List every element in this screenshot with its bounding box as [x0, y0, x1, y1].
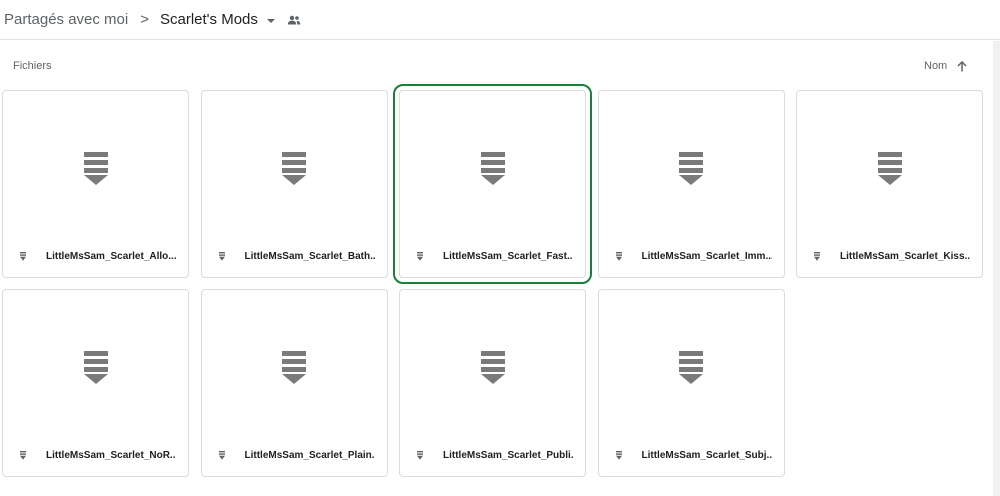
file-thumbnail	[3, 290, 188, 434]
file-thumbnail	[202, 91, 387, 235]
file-type-icon	[218, 450, 225, 460]
file-card[interactable]: LittleMsSam_Scarlet_NoR...	[2, 289, 189, 477]
file-name: LittleMsSam_Scarlet_Allo...	[46, 250, 176, 262]
file-name: LittleMsSam_Scarlet_Kiss...	[840, 250, 970, 262]
file-card-footer: LittleMsSam_Scarlet_Kiss...	[797, 235, 982, 277]
download-file-icon	[480, 350, 505, 384]
file-thumbnail	[599, 91, 784, 235]
file-card-footer: LittleMsSam_Scarlet_Fast...	[400, 235, 585, 277]
file-card[interactable]: LittleMsSam_Scarlet_Subj...	[597, 289, 785, 477]
file-type-icon	[218, 251, 225, 261]
file-card[interactable]: LittleMsSam_Scarlet_Bath...	[200, 90, 388, 278]
file-card[interactable]: LittleMsSam_Scarlet_Plain...	[200, 289, 388, 477]
download-file-icon	[282, 151, 306, 185]
file-name: LittleMsSam_Scarlet_Plain...	[244, 449, 375, 461]
file-type-icon	[417, 251, 423, 261]
download-file-icon	[83, 350, 108, 384]
file-thumbnail	[202, 290, 387, 434]
file-card-footer: LittleMsSam_Scarlet_Publi...	[400, 434, 585, 476]
breadcrumb-current-folder[interactable]: Scarlet's Mods	[160, 11, 258, 28]
file-card-footer: LittleMsSam_Scarlet_Allo...	[3, 235, 188, 277]
file-type-icon	[615, 251, 622, 261]
arrow-up-icon	[957, 60, 967, 72]
section-label-files: Fichiers	[13, 60, 52, 72]
file-name: LittleMsSam_Scarlet_NoR...	[46, 449, 176, 461]
breadcrumb-separator: >	[140, 11, 149, 28]
vertical-scrollbar[interactable]	[993, 41, 1000, 496]
file-name: LittleMsSam_Scarlet_Imm...	[641, 250, 772, 262]
file-name: LittleMsSam_Scarlet_Fast...	[443, 250, 573, 262]
file-name: LittleMsSam_Scarlet_Subj...	[641, 449, 772, 461]
file-thumbnail	[599, 290, 784, 434]
file-card-footer: LittleMsSam_Scarlet_Bath...	[202, 235, 387, 277]
file-card[interactable]: LittleMsSam_Scarlet_Publi...	[399, 289, 586, 477]
download-file-icon	[83, 151, 108, 185]
file-type-icon	[417, 450, 423, 460]
file-thumbnail	[400, 91, 585, 235]
people-icon[interactable]	[287, 15, 301, 25]
file-name: LittleMsSam_Scarlet_Publi...	[443, 449, 573, 461]
file-card[interactable]: LittleMsSam_Scarlet_Imm...	[597, 90, 785, 278]
breadcrumb-root[interactable]: Partagés avec moi	[4, 11, 128, 28]
file-type-icon	[20, 251, 26, 261]
download-file-icon	[679, 350, 703, 384]
file-type-icon	[615, 450, 622, 460]
file-card[interactable]: LittleMsSam_Scarlet_Fast...	[393, 84, 592, 284]
sort-by-name-button[interactable]: Nom	[924, 58, 967, 74]
file-card-footer: LittleMsSam_Scarlet_Imm...	[599, 235, 784, 277]
file-card-footer: LittleMsSam_Scarlet_Plain...	[202, 434, 387, 476]
download-file-icon	[679, 151, 703, 185]
file-thumbnail	[3, 91, 188, 235]
download-file-icon	[282, 350, 306, 384]
file-card-footer: LittleMsSam_Scarlet_NoR...	[3, 434, 188, 476]
header-bar: Partagés avec moi > Scarlet's Mods	[0, 0, 1000, 40]
file-grid: LittleMsSam_Scarlet_Allo... LittleMsSam_…	[2, 84, 983, 477]
chevron-down-icon[interactable]	[266, 18, 275, 23]
download-file-icon	[877, 151, 902, 185]
file-card[interactable]: LittleMsSam_Scarlet_Kiss...	[796, 90, 983, 278]
file-type-icon	[814, 251, 820, 261]
sort-label: Nom	[924, 60, 948, 72]
file-thumbnail	[797, 91, 982, 235]
file-type-icon	[20, 450, 26, 460]
download-file-icon	[480, 151, 505, 185]
file-card-footer: LittleMsSam_Scarlet_Subj...	[599, 434, 784, 476]
file-card[interactable]: LittleMsSam_Scarlet_Allo...	[2, 90, 189, 278]
file-name: LittleMsSam_Scarlet_Bath...	[244, 250, 375, 262]
file-thumbnail	[400, 290, 585, 434]
